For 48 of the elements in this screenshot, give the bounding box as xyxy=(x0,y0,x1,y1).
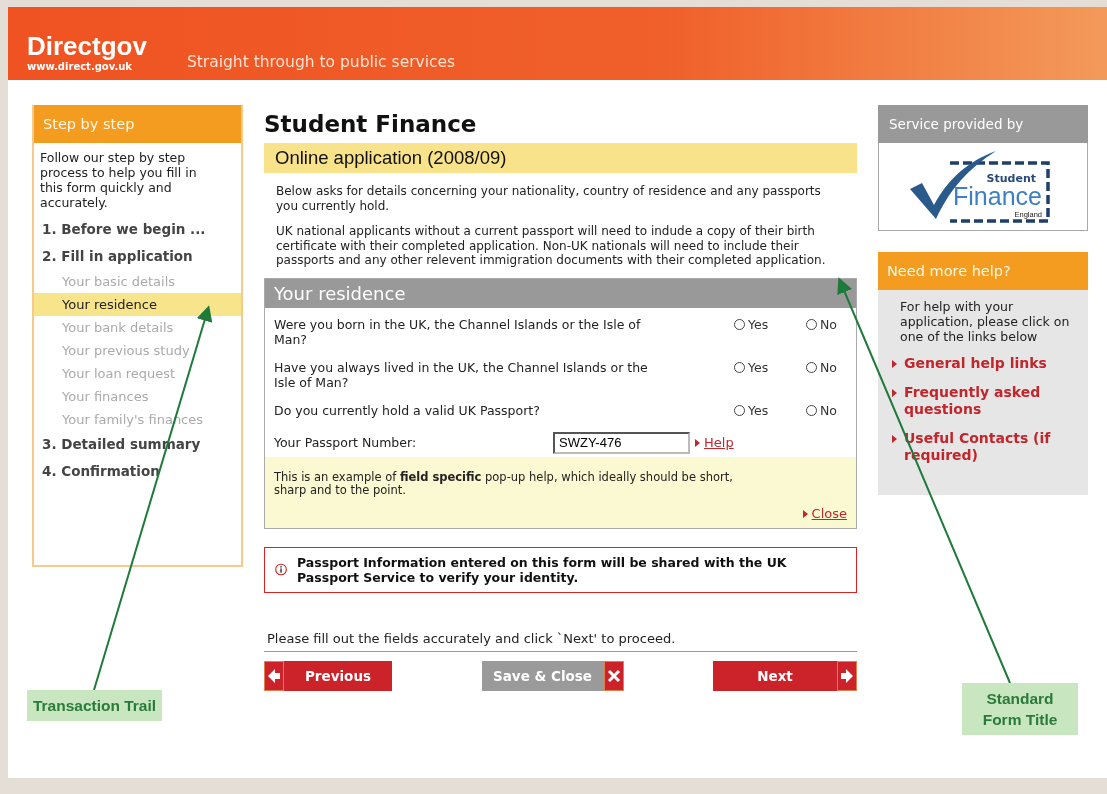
intro-paragraph: Below asks for details concerning your nationality, country of residence and any passports you currently hold. xyxy=(276,184,822,213)
intro-paragraph: UK national applicants without a current passport will need to indude a copy of their birth certificate with their completed application. Non-UK nationals will need to include their passports and any other relevent immigration documents with their completed application. xyxy=(276,224,827,268)
radio-option[interactable]: Yes xyxy=(734,402,806,418)
help-description: For help with your application, please click on one of the links below xyxy=(899,298,1071,346)
field-label: Your Passport Number: xyxy=(274,435,418,450)
substep-item[interactable]: Your residence xyxy=(34,293,241,316)
close-icon xyxy=(606,668,621,683)
radio-option[interactable]: No xyxy=(806,316,850,332)
question-text: Have you always lived in the UK, the Channel Islands or the Isle of Man? xyxy=(274,359,649,390)
annotation-callout: Standard Form Title xyxy=(962,683,1078,735)
question-text: Do you currently hold a valid UK Passport? xyxy=(274,402,541,418)
notice-text: Passport Information entered on this form will be shared with the UK Passport Service to verify your identity. xyxy=(297,554,788,585)
instruction-text: Please fill out the fields accurately and click `Next' to proceed. xyxy=(264,630,857,652)
provider-title: Service provided by xyxy=(878,105,1088,143)
previous-button[interactable]: Previous xyxy=(264,660,392,691)
site-url: www.direct.gov.uk xyxy=(27,61,133,72)
info-icon xyxy=(275,561,288,578)
help-title: Need more help? xyxy=(878,252,1088,290)
triangle-icon xyxy=(892,435,897,443)
triangle-icon xyxy=(892,360,897,368)
page-title: Student Finance xyxy=(264,111,478,137)
panel-title: Your residence xyxy=(265,278,856,308)
help-link[interactable]: Frequently asked questions xyxy=(878,378,1088,424)
arrow-left-icon xyxy=(268,668,280,683)
passport-field[interactable]: SWZY-476 xyxy=(553,431,690,454)
radio-option[interactable]: No xyxy=(806,402,850,418)
step-item[interactable]: 1. Before we begin ... xyxy=(34,216,241,243)
next-button[interactable]: Next xyxy=(713,660,857,691)
brand-logo[interactable]: Directgov xyxy=(27,31,147,61)
step-item[interactable]: 4. Confirmation xyxy=(34,458,241,485)
radio-option[interactable]: Yes xyxy=(734,316,806,332)
form-title: Online application (2008/09) xyxy=(264,143,857,173)
triangle-icon xyxy=(892,389,897,397)
annotation-callout: Transaction Trail xyxy=(27,690,162,721)
sidebar-intro: Follow our step by step process to help you fill in this form quickly and accurately. xyxy=(39,149,198,212)
sidebar-title: Step by step xyxy=(34,105,241,143)
question-text: Were you born in the UK, the Channel Islands or the Isle of Man? xyxy=(274,316,642,347)
triangle-icon xyxy=(695,438,700,447)
help-link[interactable]: Help xyxy=(695,435,734,451)
triangle-icon xyxy=(802,509,808,518)
arrow-right-icon xyxy=(841,668,853,683)
radio-option[interactable]: Yes xyxy=(734,359,806,375)
help-text: This is an example of field specific pop-up help, which ideally should be short, sharp and to the point. xyxy=(274,470,734,497)
tagline: Straight through to public services xyxy=(186,53,456,71)
radio-option[interactable]: No xyxy=(806,359,850,375)
help-link[interactable]: General help links xyxy=(878,349,1088,378)
step-item[interactable]: 2. Fill in application xyxy=(34,243,241,270)
close-link[interactable]: Close xyxy=(802,506,847,521)
